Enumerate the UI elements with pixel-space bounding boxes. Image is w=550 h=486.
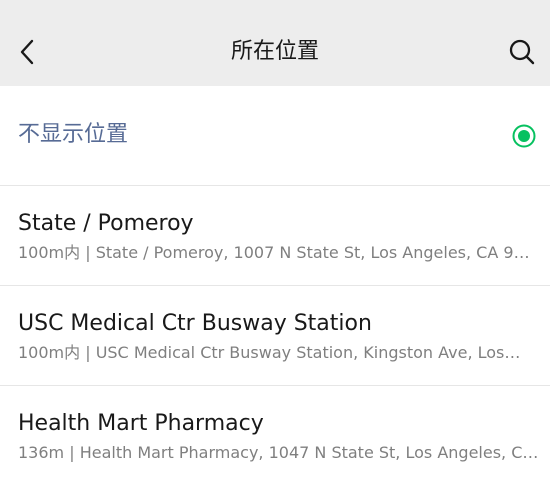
radio-checked-icon xyxy=(512,124,536,148)
list-item-place[interactable]: State / Pomeroy 100m内 | State / Pomeroy,… xyxy=(0,186,550,286)
place-name: USC Medical Ctr Busway Station xyxy=(18,311,372,336)
place-detail: 136m | Health Mart Pharmacy, 1047 N Stat… xyxy=(18,443,539,462)
list-item-hide-location[interactable]: 不显示位置 xyxy=(0,86,550,186)
place-detail: 100m内 | USC Medical Ctr Busway Station, … xyxy=(18,343,521,362)
search-icon xyxy=(509,39,535,65)
page-title: 所在位置 xyxy=(230,39,319,64)
place-detail: 100m内 | State / Pomeroy, 1007 N State St… xyxy=(18,243,530,262)
place-name: State / Pomeroy xyxy=(18,211,194,236)
search-button[interactable] xyxy=(506,36,538,68)
place-name: Health Mart Pharmacy xyxy=(18,411,264,436)
list-item-place[interactable]: USC Medical Ctr Busway Station 100m内 | U… xyxy=(0,286,550,386)
list-item-place[interactable]: Health Mart Pharmacy 136m | Health Mart … xyxy=(0,386,550,486)
navigation-bar: 所在位置 xyxy=(0,0,550,86)
hide-location-label: 不显示位置 xyxy=(18,122,129,147)
location-list: 不显示位置 State / Pomeroy 100m内 | State / Po… xyxy=(0,86,550,486)
